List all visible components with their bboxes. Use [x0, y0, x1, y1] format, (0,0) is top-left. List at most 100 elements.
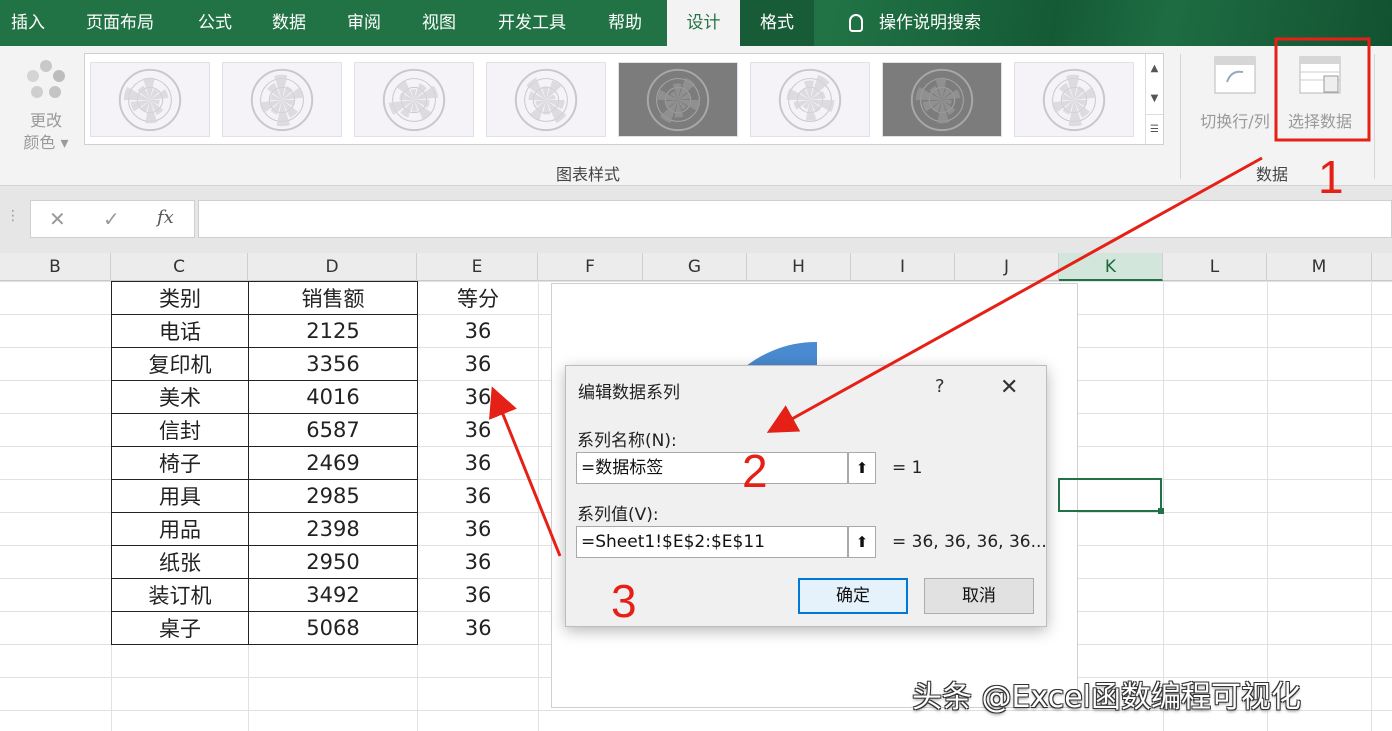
tell-me-search[interactable]: 操作说明搜索 [835, 0, 995, 46]
edit-series-dialog: 编辑数据系列 ? ✕ 系列名称(N): =数据标签 ⬆ = 1 系列值(V): … [565, 365, 1047, 627]
tab-insert[interactable]: 插入 [0, 0, 56, 46]
formula-bar: ⋮ ✕ ✓ fx [0, 186, 1392, 253]
cell[interactable]: 用品 [111, 512, 249, 546]
chart-style-8[interactable] [1014, 62, 1134, 137]
data-table: 类别 销售额 等分 电话 2125 36 复印机 3356 36 美术 4016 36 信封… [111, 281, 539, 645]
ribbon: 更改 颜色 ▾ ▲ ▼ ☰ 图表样式 切换行/列 选择数据 数据 [0, 46, 1392, 186]
insert-function-icon[interactable]: fx [157, 207, 174, 228]
chart-style-1[interactable] [90, 62, 210, 137]
col-header-k[interactable]: K [1059, 253, 1163, 281]
chart-style-3[interactable] [354, 62, 474, 137]
watermark: 头条 @Excel函数编程可视化 [912, 680, 1302, 715]
series-values-field[interactable]: =Sheet1!$E$2:$E$11 [576, 526, 848, 558]
tab-help[interactable]: 帮助 [594, 0, 656, 46]
tab-data[interactable]: 数据 [258, 0, 320, 46]
cell[interactable]: 36 [418, 546, 539, 579]
cell[interactable]: 2950 [248, 545, 418, 579]
col-header-c[interactable]: C [111, 253, 248, 281]
series-name-field[interactable]: =数据标签 [576, 452, 848, 484]
gallery-scroll-up[interactable]: ▲ [1145, 54, 1163, 84]
table-row: 信封 6587 36 [111, 413, 539, 447]
cancel-icon[interactable]: ✕ [49, 207, 66, 231]
chart-style-7[interactable] [882, 62, 1002, 137]
help-button[interactable]: ? [935, 376, 945, 397]
change-colors-button[interactable]: 更改 颜色 ▾ [14, 52, 78, 162]
cancel-button[interactable]: 取消 [924, 578, 1034, 614]
gallery-more-button[interactable]: ☰ [1145, 114, 1163, 144]
header-cell-share[interactable]: 等分 [418, 282, 539, 315]
cell[interactable]: 椅子 [111, 446, 249, 480]
cell[interactable]: 36 [418, 612, 539, 645]
cell[interactable]: 36 [418, 348, 539, 381]
chart-styles-gallery[interactable]: ▲ ▼ ☰ [84, 53, 1164, 145]
col-header-e[interactable]: E [417, 253, 538, 281]
table-row: 用具 2985 36 [111, 479, 539, 513]
chart-style-2[interactable] [222, 62, 342, 137]
chart-style-6[interactable] [750, 62, 870, 137]
cell[interactable]: 2125 [248, 314, 418, 348]
ok-button[interactable]: 确定 [798, 578, 908, 614]
col-header-j[interactable]: J [955, 253, 1059, 281]
palette-icon [27, 60, 65, 98]
col-header-b[interactable]: B [0, 253, 111, 281]
cell[interactable]: 装订机 [111, 578, 249, 612]
enter-icon[interactable]: ✓ [103, 207, 120, 231]
selected-cell[interactable] [1058, 478, 1164, 514]
header-cell-sales[interactable]: 销售额 [248, 281, 418, 315]
header-cell-category[interactable]: 类别 [111, 281, 249, 315]
tab-page-layout[interactable]: 页面布局 [70, 0, 170, 46]
collapse-dialog-icon[interactable]: ⬆ [848, 452, 876, 484]
tab-review[interactable]: 审阅 [333, 0, 395, 46]
col-header-m[interactable]: M [1267, 253, 1372, 281]
col-header-i[interactable]: I [851, 253, 955, 281]
cell[interactable]: 36 [418, 381, 539, 414]
close-icon[interactable]: ✕ [1000, 375, 1018, 400]
col-header-f[interactable]: F [538, 253, 643, 281]
gallery-scroll-down[interactable]: ▼ [1145, 84, 1163, 114]
tab-view[interactable]: 视图 [408, 0, 470, 46]
cell[interactable]: 复印机 [111, 347, 249, 381]
cell[interactable]: 信封 [111, 413, 249, 447]
col-header-g[interactable]: G [643, 253, 747, 281]
cell[interactable]: 3492 [248, 578, 418, 612]
series-values-result: = 36, 36, 36, 36... [892, 532, 1047, 552]
select-data-button[interactable]: 选择数据 [1280, 54, 1360, 134]
cell[interactable]: 36 [418, 447, 539, 480]
column-headers: B C D E F G H I J K L M [0, 253, 1392, 281]
cell[interactable]: 36 [418, 579, 539, 612]
cell[interactable]: 2469 [248, 446, 418, 480]
tab-format[interactable]: 格式 [740, 0, 814, 46]
cell[interactable]: 36 [418, 414, 539, 447]
lightbulb-icon [849, 14, 863, 32]
chart-style-4[interactable] [486, 62, 606, 137]
cell[interactable]: 36 [418, 315, 539, 348]
cell[interactable]: 5068 [248, 611, 418, 645]
tab-design[interactable]: 设计 [667, 0, 740, 46]
cell[interactable]: 36 [418, 513, 539, 546]
formula-buttons: ✕ ✓ fx [30, 200, 195, 238]
cell[interactable]: 4016 [248, 380, 418, 414]
table-row: 复印机 3356 36 [111, 347, 539, 381]
chart-style-5[interactable] [618, 62, 738, 137]
switch-row-column-label: 切换行/列 [1200, 112, 1270, 131]
cell[interactable]: 纸张 [111, 545, 249, 579]
formula-input[interactable] [198, 200, 1392, 238]
cell[interactable]: 3356 [248, 347, 418, 381]
cell[interactable]: 36 [418, 480, 539, 513]
cell[interactable]: 电话 [111, 314, 249, 348]
collapse-dialog-icon[interactable]: ⬆ [848, 526, 876, 558]
cell[interactable]: 用具 [111, 479, 249, 513]
cell[interactable]: 美术 [111, 380, 249, 414]
cell[interactable]: 2398 [248, 512, 418, 546]
col-header-l[interactable]: L [1163, 253, 1267, 281]
change-colors-label-2: 颜色 ▾ [23, 133, 69, 152]
col-header-d[interactable]: D [248, 253, 417, 281]
switch-row-column-button[interactable]: 切换行/列 [1193, 54, 1277, 134]
cell[interactable]: 2985 [248, 479, 418, 513]
col-header-h[interactable]: H [747, 253, 851, 281]
cell[interactable]: 桌子 [111, 611, 249, 645]
cell[interactable]: 6587 [248, 413, 418, 447]
tab-developer[interactable]: 开发工具 [482, 0, 582, 46]
tab-formulas[interactable]: 公式 [184, 0, 246, 46]
select-data-icon [1299, 56, 1341, 94]
